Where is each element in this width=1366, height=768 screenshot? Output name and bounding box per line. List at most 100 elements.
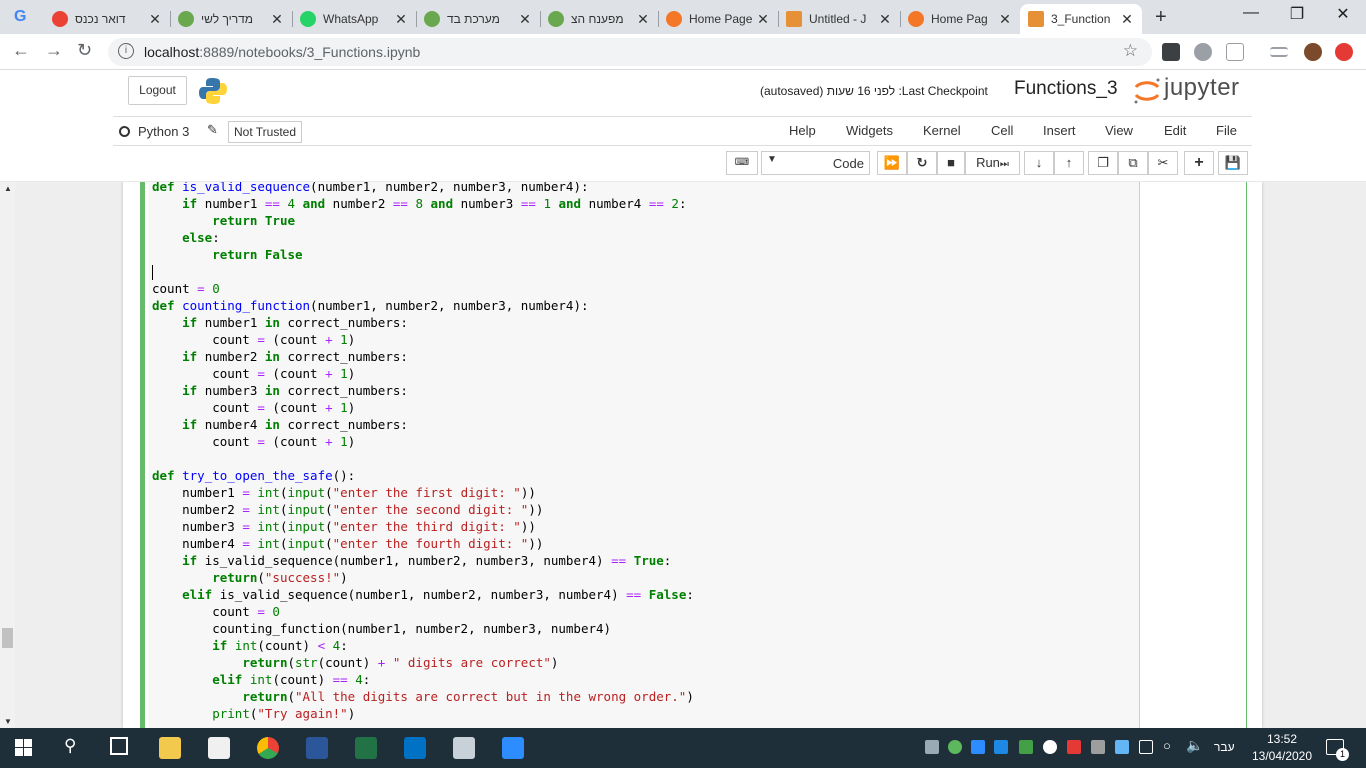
close-tab-icon[interactable]: ✕ [1120, 11, 1134, 28]
close-window-icon[interactable]: ✕ [1328, 4, 1358, 24]
forward-icon[interactable]: → [45, 40, 63, 61]
store-icon[interactable] [208, 737, 230, 759]
language-indicator[interactable]: עבר [1214, 740, 1235, 754]
run-button[interactable]: Run⏭ [965, 151, 1020, 175]
bookmark-star-icon[interactable]: ☆ [1123, 41, 1138, 61]
scroll-down-icon[interactable]: ▼ [4, 717, 12, 726]
app-icon[interactable] [453, 737, 475, 759]
outlook-icon[interactable] [404, 737, 426, 759]
menu-cell[interactable]: Cell [991, 123, 1013, 138]
menu-edit[interactable]: Edit [1164, 123, 1186, 138]
menu-file[interactable]: File [1216, 123, 1237, 138]
minimize-icon[interactable]: — [1236, 4, 1266, 22]
omnibox[interactable]: i localhost:8889/notebooks/3_Functions.i… [108, 38, 1152, 66]
zoom-tray-icon[interactable] [971, 740, 985, 754]
cut-button[interactable]: ✂ [1148, 151, 1178, 175]
battery-icon[interactable] [1139, 740, 1153, 754]
browser-tab[interactable]: Untitled - J ✕ [778, 4, 900, 34]
volume-icon[interactable]: 🔈 [1186, 737, 1203, 754]
menu-help[interactable]: Help [789, 123, 816, 138]
jupyter-icon [908, 11, 924, 27]
close-tab-icon[interactable]: ✕ [636, 11, 650, 28]
browser-tab[interactable]: Home Page ✕ [658, 4, 778, 34]
chrome-icon[interactable] [257, 737, 279, 759]
windows-start-icon[interactable] [15, 739, 32, 756]
kernel-indicator[interactable]: Python 3 [119, 124, 189, 139]
page-scrollbar[interactable]: ▲ ▼ [0, 182, 15, 728]
extension-icon[interactable] [1226, 43, 1244, 61]
onedrive-icon[interactable] [1043, 740, 1057, 754]
close-tab-icon[interactable]: ✕ [518, 11, 532, 28]
not-trusted-button[interactable]: Not Trusted [228, 121, 303, 143]
drive-extension-icon[interactable] [1194, 43, 1212, 61]
move-down-button[interactable]: ↓ [1024, 151, 1054, 175]
back-icon[interactable]: ← [12, 40, 30, 61]
browser-tab[interactable]: מערכת בד ✕ [416, 4, 540, 34]
excel-icon[interactable] [355, 737, 377, 759]
paste-button[interactable]: ❐ [1088, 151, 1118, 175]
move-up-button[interactable]: ↑ [1054, 151, 1084, 175]
browser-tab[interactable]: Home Pag ✕ [900, 4, 1020, 34]
logout-button[interactable]: Logout [128, 76, 187, 105]
browser-tab[interactable]: מדריך לשי ✕ [170, 4, 292, 34]
word-icon[interactable] [306, 737, 328, 759]
task-view-icon[interactable] [110, 737, 128, 755]
cell-type-select[interactable]: ▼ Code [761, 151, 870, 175]
file-explorer-icon[interactable] [159, 737, 181, 759]
close-tab-icon[interactable]: ✕ [878, 11, 892, 28]
media-icon[interactable] [1270, 47, 1288, 57]
wifi-icon[interactable]: ○ [1163, 738, 1171, 753]
url-text[interactable]: localhost:8889/notebooks/3_Functions.ipy… [144, 44, 420, 60]
run-all-button[interactable]: ⏩ [877, 151, 907, 175]
zoom-icon[interactable] [502, 737, 524, 759]
avatar[interactable] [1304, 43, 1322, 61]
notifications-icon[interactable]: 1 [1326, 739, 1349, 761]
browser-tab[interactable]: מפענח הצ ✕ [540, 4, 658, 34]
insert-cell-button[interactable]: + [1184, 151, 1214, 175]
restart-kernel-button[interactable]: ↻ [907, 151, 937, 175]
close-tab-icon[interactable]: ✕ [394, 11, 408, 28]
menu-widgets[interactable]: Widgets [846, 123, 893, 138]
discord-tray-icon[interactable] [925, 740, 939, 754]
new-tab-button[interactable]: + [1155, 6, 1167, 29]
site-info-icon[interactable]: i [118, 43, 134, 59]
clock[interactable]: 13:52 13/04/2020 [1250, 731, 1314, 765]
notebook-icon [786, 11, 802, 27]
update-icon[interactable] [1335, 43, 1353, 61]
scroll-thumb[interactable] [2, 628, 13, 648]
close-tab-icon[interactable]: ✕ [270, 11, 284, 28]
command-palette-button[interactable]: ⌨ [726, 151, 758, 175]
tray-check-icon[interactable] [948, 740, 962, 754]
code-cell[interactable]: def is_valid_sequence(number1, number2, … [140, 182, 1247, 728]
notebook-name[interactable]: Functions_3 [1014, 78, 1118, 100]
scissors-icon: ✂ [1157, 155, 1169, 170]
google-g-icon[interactable]: G [14, 8, 38, 26]
menu-view[interactable]: View [1105, 123, 1133, 138]
restore-icon[interactable]: ❐ [1282, 4, 1312, 24]
browser-tab[interactable]: WhatsApp ✕ [292, 4, 416, 34]
extension-icon[interactable] [1162, 43, 1180, 61]
reload-icon[interactable]: ↻ [77, 40, 92, 61]
jupyter-brand[interactable]: jupyter [1164, 74, 1240, 102]
search-icon[interactable]: ⚲ [64, 736, 76, 756]
tray-app-icon[interactable] [1115, 740, 1129, 754]
browser-tab[interactable]: 3_Function ✕ [1020, 4, 1142, 34]
menu-kernel[interactable]: Kernel [923, 123, 961, 138]
code-text[interactable]: def is_valid_sequence(number1, number2, … [152, 182, 694, 722]
tray-app-icon[interactable] [1067, 740, 1081, 754]
close-tab-icon[interactable]: ✕ [148, 11, 162, 28]
scroll-up-icon[interactable]: ▲ [4, 184, 12, 193]
python-logo-icon [199, 78, 227, 104]
interrupt-kernel-button[interactable]: ■ [937, 151, 965, 175]
menu-insert[interactable]: Insert [1043, 123, 1076, 138]
code-editor[interactable]: def is_valid_sequence(number1, number2, … [148, 182, 1140, 728]
browser-tab[interactable]: דואר נכנס ✕ [44, 4, 170, 34]
notebook-icon [1028, 11, 1044, 27]
tray-app-icon[interactable] [1091, 740, 1105, 754]
close-tab-icon[interactable]: ✕ [998, 11, 1012, 28]
close-tab-icon[interactable]: ✕ [756, 11, 770, 28]
save-button[interactable]: 💾 [1218, 151, 1248, 175]
tray-app-icon[interactable] [994, 740, 1008, 754]
tray-app-icon[interactable] [1019, 740, 1033, 754]
copy-button[interactable]: ⧉ [1118, 151, 1148, 175]
